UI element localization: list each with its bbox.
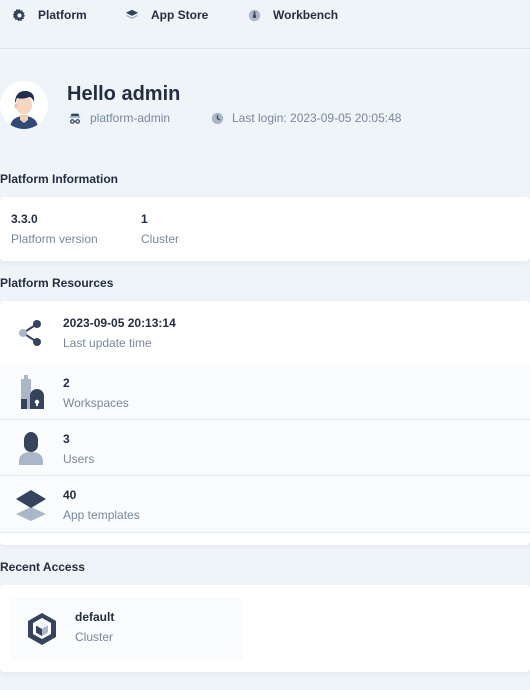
workspace-icon [14, 374, 48, 410]
last-login: Last login: 2023-09-05 20:05:48 [210, 111, 401, 125]
share-icon [14, 315, 48, 351]
nav-app-store[interactable]: App Store [125, 8, 208, 22]
gear-icon [12, 8, 26, 22]
app-templates-value: 40 [63, 488, 77, 502]
user-role: platform-admin [68, 111, 170, 125]
app-template-icon [14, 486, 48, 522]
workspaces-label: Workspaces [63, 396, 129, 410]
nav-workbench[interactable]: Workbench [247, 8, 338, 22]
recent-item-type: Cluster [75, 630, 114, 644]
resource-row-app-templates: 40 App templates [0, 476, 530, 533]
app-templates-label: App templates [63, 508, 140, 522]
users-label: Users [63, 452, 95, 466]
cluster-icon [26, 612, 58, 645]
platform-resources-card: 2023-09-05 20:13:14 Last update time 2 W… [0, 301, 530, 545]
last-update-label: Last update time [63, 336, 152, 350]
top-navigation: Platform App Store Workbench [0, 0, 530, 40]
recent-access-title: Recent Access [0, 560, 85, 574]
user-role-label: platform-admin [90, 111, 171, 125]
platform-version-value: 3.3.0 [11, 212, 38, 226]
platform-version-label: Platform version [11, 232, 98, 246]
user-icon [14, 430, 48, 466]
users-value: 3 [63, 432, 70, 446]
greeting-title: Hello admin [67, 83, 181, 105]
platform-information-card: 3.3.0 Platform version 1 Cluster [0, 197, 530, 261]
nav-workbench-label: Workbench [273, 8, 339, 22]
recent-item-name: default [75, 610, 115, 624]
dashboard-icon [247, 8, 261, 22]
platform-information-title: Platform Information [0, 172, 119, 186]
header-divider [0, 48, 530, 49]
resource-row-users: 3 Users [0, 420, 530, 476]
avatar [0, 81, 48, 129]
last-login-label: Last login: 2023-09-05 20:05:48 [232, 111, 402, 125]
cluster-count-value: 1 [141, 212, 148, 226]
workspaces-value: 2 [63, 376, 70, 390]
cluster-count-label: Cluster [141, 232, 180, 246]
last-update-value: 2023-09-05 20:13:14 [63, 316, 176, 330]
recent-access-item[interactable]: default Cluster [11, 598, 243, 660]
resource-row-workspaces: 2 Workspaces [0, 364, 530, 420]
layers-icon [125, 8, 139, 22]
clock-icon [210, 111, 224, 125]
platform-resources-title: Platform Resources [0, 276, 114, 290]
nav-platform[interactable]: Platform [12, 8, 87, 22]
user-role-icon [68, 111, 82, 125]
resource-row-last-update: 2023-09-05 20:13:14 Last update time [0, 301, 530, 365]
nav-platform-label: Platform [38, 8, 87, 22]
nav-app-store-label: App Store [151, 8, 209, 22]
